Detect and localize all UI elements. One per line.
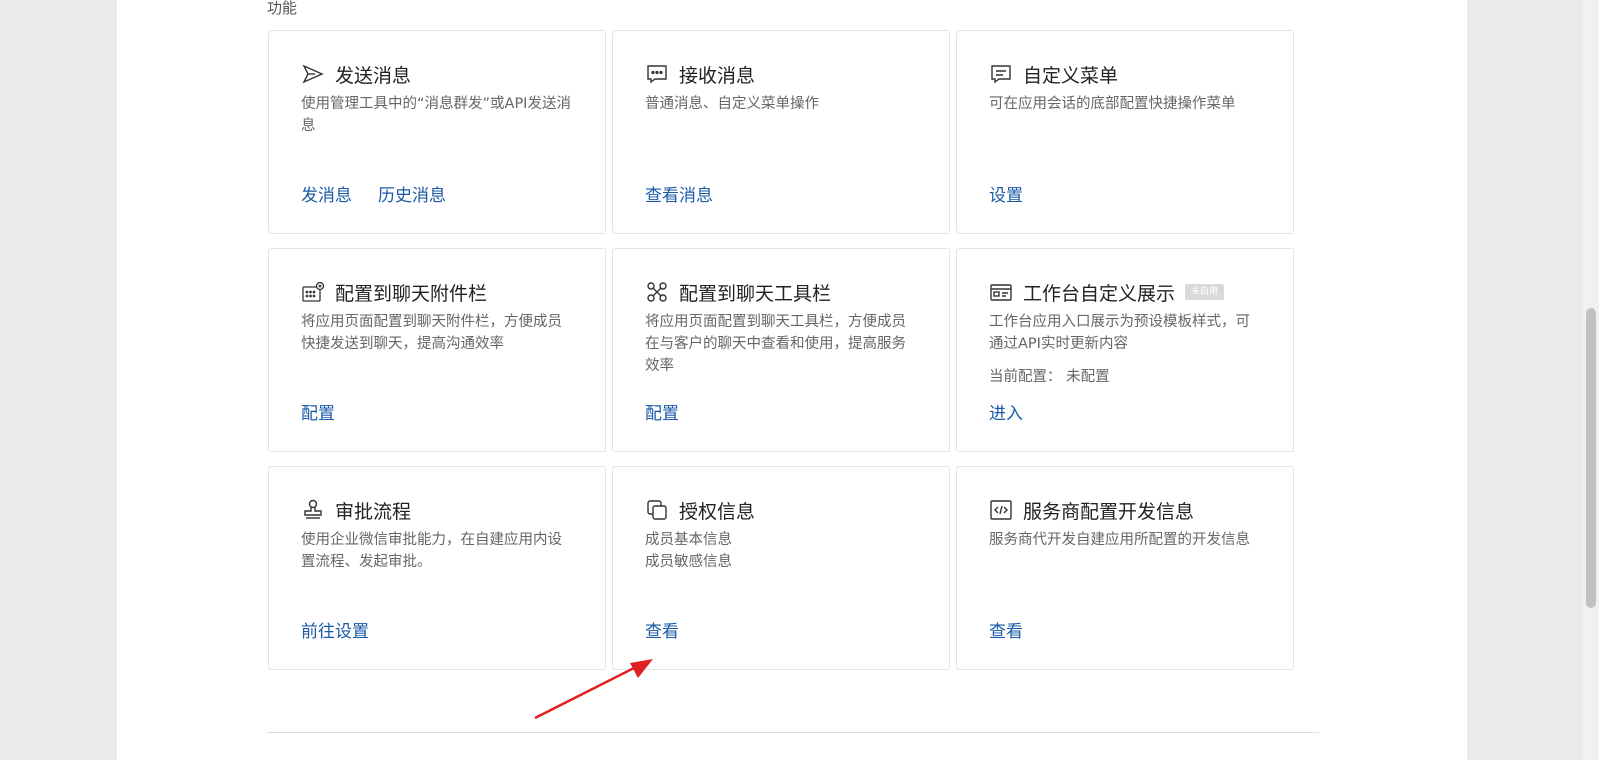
card-send-message: 发送消息 使用管理工具中的“消息群发”或API发送消息 发消息 历史消息 (268, 30, 606, 234)
card-chat-toolbar: 配置到聊天工具栏 将应用页面配置到聊天工具栏，方便成员在与客户的聊天中查看和使用… (612, 248, 950, 452)
status-badge: 未启用 (1185, 284, 1225, 300)
view-authorization-link[interactable]: 查看 (645, 617, 679, 642)
scrollbar[interactable] (1583, 0, 1599, 760)
card-title: 自定义菜单 (1023, 64, 1119, 87)
go-to-settings-link[interactable]: 前往设置 (301, 617, 369, 642)
view-messages-link[interactable]: 查看消息 (645, 181, 713, 206)
configure-link[interactable]: 配置 (301, 399, 335, 424)
send-icon (301, 62, 325, 86)
main-content: 功能 发送消息 使用管理工具中的“消息群发”或API发送消息 发消息 历史消息 … (117, 0, 1467, 760)
view-dev-info-link[interactable]: 查看 (989, 617, 1023, 642)
section-title: 功能 (267, 0, 298, 17)
card-description: 可在应用会话的底部配置快捷操作菜单 (989, 96, 1236, 112)
card-chat-attachment-bar: 配置到聊天附件栏 将应用页面配置到聊天附件栏，方便成员快捷发送到聊天，提高沟通效… (268, 248, 606, 452)
card-title: 接收消息 (679, 64, 756, 87)
settings-link[interactable]: 设置 (989, 181, 1023, 206)
card-receive-message: 接收消息 普通消息、自定义菜单操作 查看消息 (612, 30, 950, 234)
card-description: 使用管理工具中的“消息群发”或API发送消息 (301, 96, 571, 134)
stamp-icon (301, 498, 325, 522)
card-description: 使用企业微信审批能力，在自建应用内设置流程、发起审批。 (301, 532, 562, 570)
card-description: 工作台应用入口展示为预设模板样式，可通过API实时更新内容 (989, 314, 1250, 352)
message-history-link[interactable]: 历史消息 (378, 181, 446, 206)
menu-icon (989, 62, 1013, 86)
message-icon (645, 62, 669, 86)
attachment-bar-icon (301, 280, 325, 304)
card-custom-menu: 自定义菜单 可在应用会话的底部配置快捷操作菜单 设置 (956, 30, 1294, 234)
card-title: 配置到聊天工具栏 (679, 282, 832, 305)
card-description: 普通消息、自定义菜单操作 (645, 96, 819, 112)
card-approval-process: 审批流程 使用企业微信审批能力，在自建应用内设置流程、发起审批。 前往设置 (268, 466, 606, 670)
scrollbar-thumb[interactable] (1586, 308, 1596, 608)
send-message-link[interactable]: 发消息 (301, 181, 352, 206)
card-workbench-display: 工作台自定义展示 未启用 工作台应用入口展示为预设模板样式，可通过API实时更新… (956, 248, 1294, 452)
enter-link[interactable]: 进入 (989, 399, 1023, 424)
card-title: 审批流程 (335, 500, 412, 523)
authorization-icon (645, 498, 669, 522)
card-description: 将应用页面配置到聊天工具栏，方便成员在与客户的聊天中查看和使用，提高服务效率 (645, 314, 906, 374)
basic-info-line: 成员基本信息 (645, 532, 732, 548)
card-title: 服务商配置开发信息 (1023, 500, 1195, 523)
toolbar-icon (645, 280, 669, 304)
card-description: 成员基本信息 成员敏感信息 (645, 529, 920, 573)
configure-link[interactable]: 配置 (645, 399, 679, 424)
sensitive-info-line: 成员敏感信息 (645, 554, 732, 570)
section-divider (267, 732, 1319, 733)
card-title: 发送消息 (335, 64, 412, 87)
card-description: 将应用页面配置到聊天附件栏，方便成员快捷发送到聊天，提高沟通效率 (301, 314, 562, 352)
code-icon (989, 498, 1013, 522)
card-authorization-info: 授权信息 成员基本信息 成员敏感信息 查看 (612, 466, 950, 670)
card-provider-dev-info: 服务商配置开发信息 服务商代开发自建应用所配置的开发信息 查看 (956, 466, 1294, 670)
card-description: 服务商代开发自建应用所配置的开发信息 (989, 532, 1250, 548)
card-title: 工作台自定义展示 (1023, 282, 1176, 305)
workbench-icon (989, 280, 1013, 304)
card-title: 授权信息 (679, 500, 756, 523)
current-config-status: 当前配置： 未配置 (989, 369, 1110, 385)
card-title: 配置到聊天附件栏 (335, 282, 488, 305)
